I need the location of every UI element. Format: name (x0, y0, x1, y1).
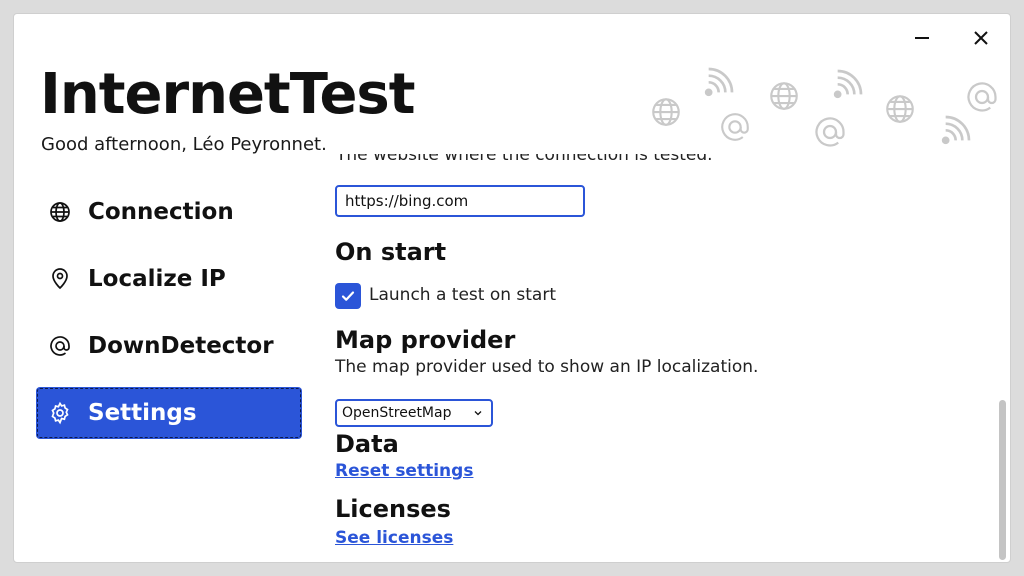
scrollbar-thumb[interactable] (999, 400, 1006, 560)
close-button[interactable] (963, 24, 999, 52)
globe-icon (886, 95, 914, 123)
data-title: Data (335, 430, 399, 458)
map-provider-select[interactable]: OpenStreetMap (335, 399, 493, 427)
globe-icon (46, 198, 74, 226)
wifi-icon (833, 69, 863, 99)
licenses-title: Licenses (335, 495, 451, 523)
sidebar-item-label: Localize IP (88, 266, 226, 292)
at-sign-icon (46, 332, 74, 360)
checkmark-icon (341, 291, 355, 301)
map-provider-title: Map provider (335, 326, 516, 354)
sidebar-item-label: Settings (88, 400, 197, 426)
sidebar-item-settings[interactable]: Settings (36, 387, 302, 439)
wifi-icon (941, 115, 971, 145)
minimize-button[interactable] (904, 24, 940, 52)
chevron-down-icon (474, 411, 482, 416)
close-icon (974, 31, 988, 45)
app-title: InternetTest (40, 62, 416, 127)
sidebar-item-label: DownDetector (88, 333, 274, 359)
greeting-text: Good afternoon, Léo Peyronnet. (41, 134, 327, 155)
globe-icon (652, 98, 680, 126)
sidebar-item-connection[interactable]: Connection (36, 186, 302, 238)
see-licenses-link[interactable]: See licenses (335, 528, 453, 548)
test-site-input[interactable] (335, 185, 585, 217)
sidebar-nav: Connection Localize IP DownDetector Sett… (36, 186, 302, 454)
map-provider-value: OpenStreetMap (342, 405, 452, 421)
launch-test-checkbox[interactable] (335, 283, 361, 309)
globe-icon (770, 82, 798, 110)
minimize-icon (915, 37, 929, 39)
app-window: InternetTest Good afternoon, Léo Peyronn… (13, 13, 1011, 563)
map-provider-description: The map provider used to show an IP loca… (335, 357, 759, 377)
sidebar-item-localize-ip[interactable]: Localize IP (36, 253, 302, 305)
location-pin-icon (46, 265, 74, 293)
gear-icon (46, 399, 74, 427)
on-start-title: On start (335, 238, 447, 266)
sidebar-item-label: Connection (88, 199, 234, 225)
reset-settings-link[interactable]: Reset settings (335, 461, 473, 481)
launch-test-label: Launch a test on start (369, 285, 557, 305)
at-sign-icon (721, 113, 749, 141)
at-sign-icon (815, 117, 845, 147)
wifi-icon (704, 67, 734, 97)
at-sign-icon (967, 82, 997, 112)
test-site-description: The website where the connection is test… (336, 154, 713, 165)
sidebar-item-downdetector[interactable]: DownDetector (36, 320, 302, 372)
settings-panel: The website where the connection is test… (334, 154, 994, 562)
